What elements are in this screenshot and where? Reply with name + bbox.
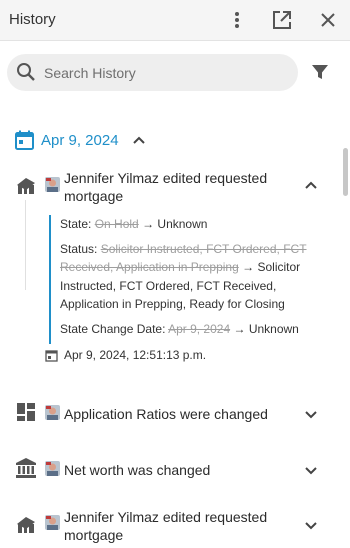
date-group-header[interactable]: Apr 9, 2024 [15, 128, 145, 152]
more-options-button[interactable] [225, 8, 249, 32]
chevron-up-icon [305, 181, 317, 189]
entry-title: Jennifer Yilmaz edited requested mortgag… [64, 509, 268, 543]
more-vert-icon [235, 12, 239, 28]
detail-state-change-date: State Change Date: Apr 9, 2024 → Unknown [60, 321, 299, 336]
entry-title: Net worth was changed [64, 462, 211, 478]
close-icon [321, 13, 335, 27]
calendar-icon [15, 130, 34, 150]
open-in-new-icon [273, 11, 291, 29]
scrollbar-thumb[interactable] [343, 148, 348, 196]
collapse-button[interactable] [302, 176, 320, 194]
filter-button[interactable] [310, 62, 332, 84]
panel-title: History [9, 11, 56, 28]
change-details: State: On Hold → Unknown Status: Solicit… [49, 215, 315, 344]
timeline-line [25, 200, 26, 290]
avatar [45, 405, 60, 420]
open-in-new-button[interactable] [270, 8, 294, 32]
mortgage-icon [17, 178, 35, 194]
mortgage-icon [17, 517, 35, 533]
avatar [45, 515, 60, 530]
search-icon [17, 63, 35, 81]
entry-timestamp: Apr 9, 2024, 12:51:13 p.m. [45, 348, 206, 362]
calendar-icon [45, 349, 58, 362]
chevron-down-icon [305, 522, 317, 530]
panel-header: History [0, 0, 350, 41]
search-input[interactable] [42, 62, 286, 84]
search-bar [7, 54, 298, 91]
date-group-label: Apr 9, 2024 [41, 131, 119, 149]
filter-icon [312, 65, 328, 79]
close-button[interactable] [316, 8, 340, 32]
chevron-down-icon [305, 411, 317, 419]
expand-button[interactable] [302, 517, 320, 535]
bank-icon [16, 458, 36, 478]
detail-status: Status: Solicitor Instructed, FCT Ordere… [60, 241, 307, 312]
dashboard-icon [17, 403, 35, 421]
expand-button[interactable] [302, 462, 320, 480]
expand-button[interactable] [302, 406, 320, 424]
chevron-up-icon [132, 136, 145, 144]
avatar [45, 177, 60, 192]
entry-title: Application Ratios were changed [64, 406, 268, 422]
entry-title: Jennifer Yilmaz edited requested mortgag… [64, 170, 268, 204]
detail-state: State: On Hold → Unknown [60, 217, 208, 231]
avatar [45, 461, 60, 476]
chevron-down-icon [305, 467, 317, 475]
